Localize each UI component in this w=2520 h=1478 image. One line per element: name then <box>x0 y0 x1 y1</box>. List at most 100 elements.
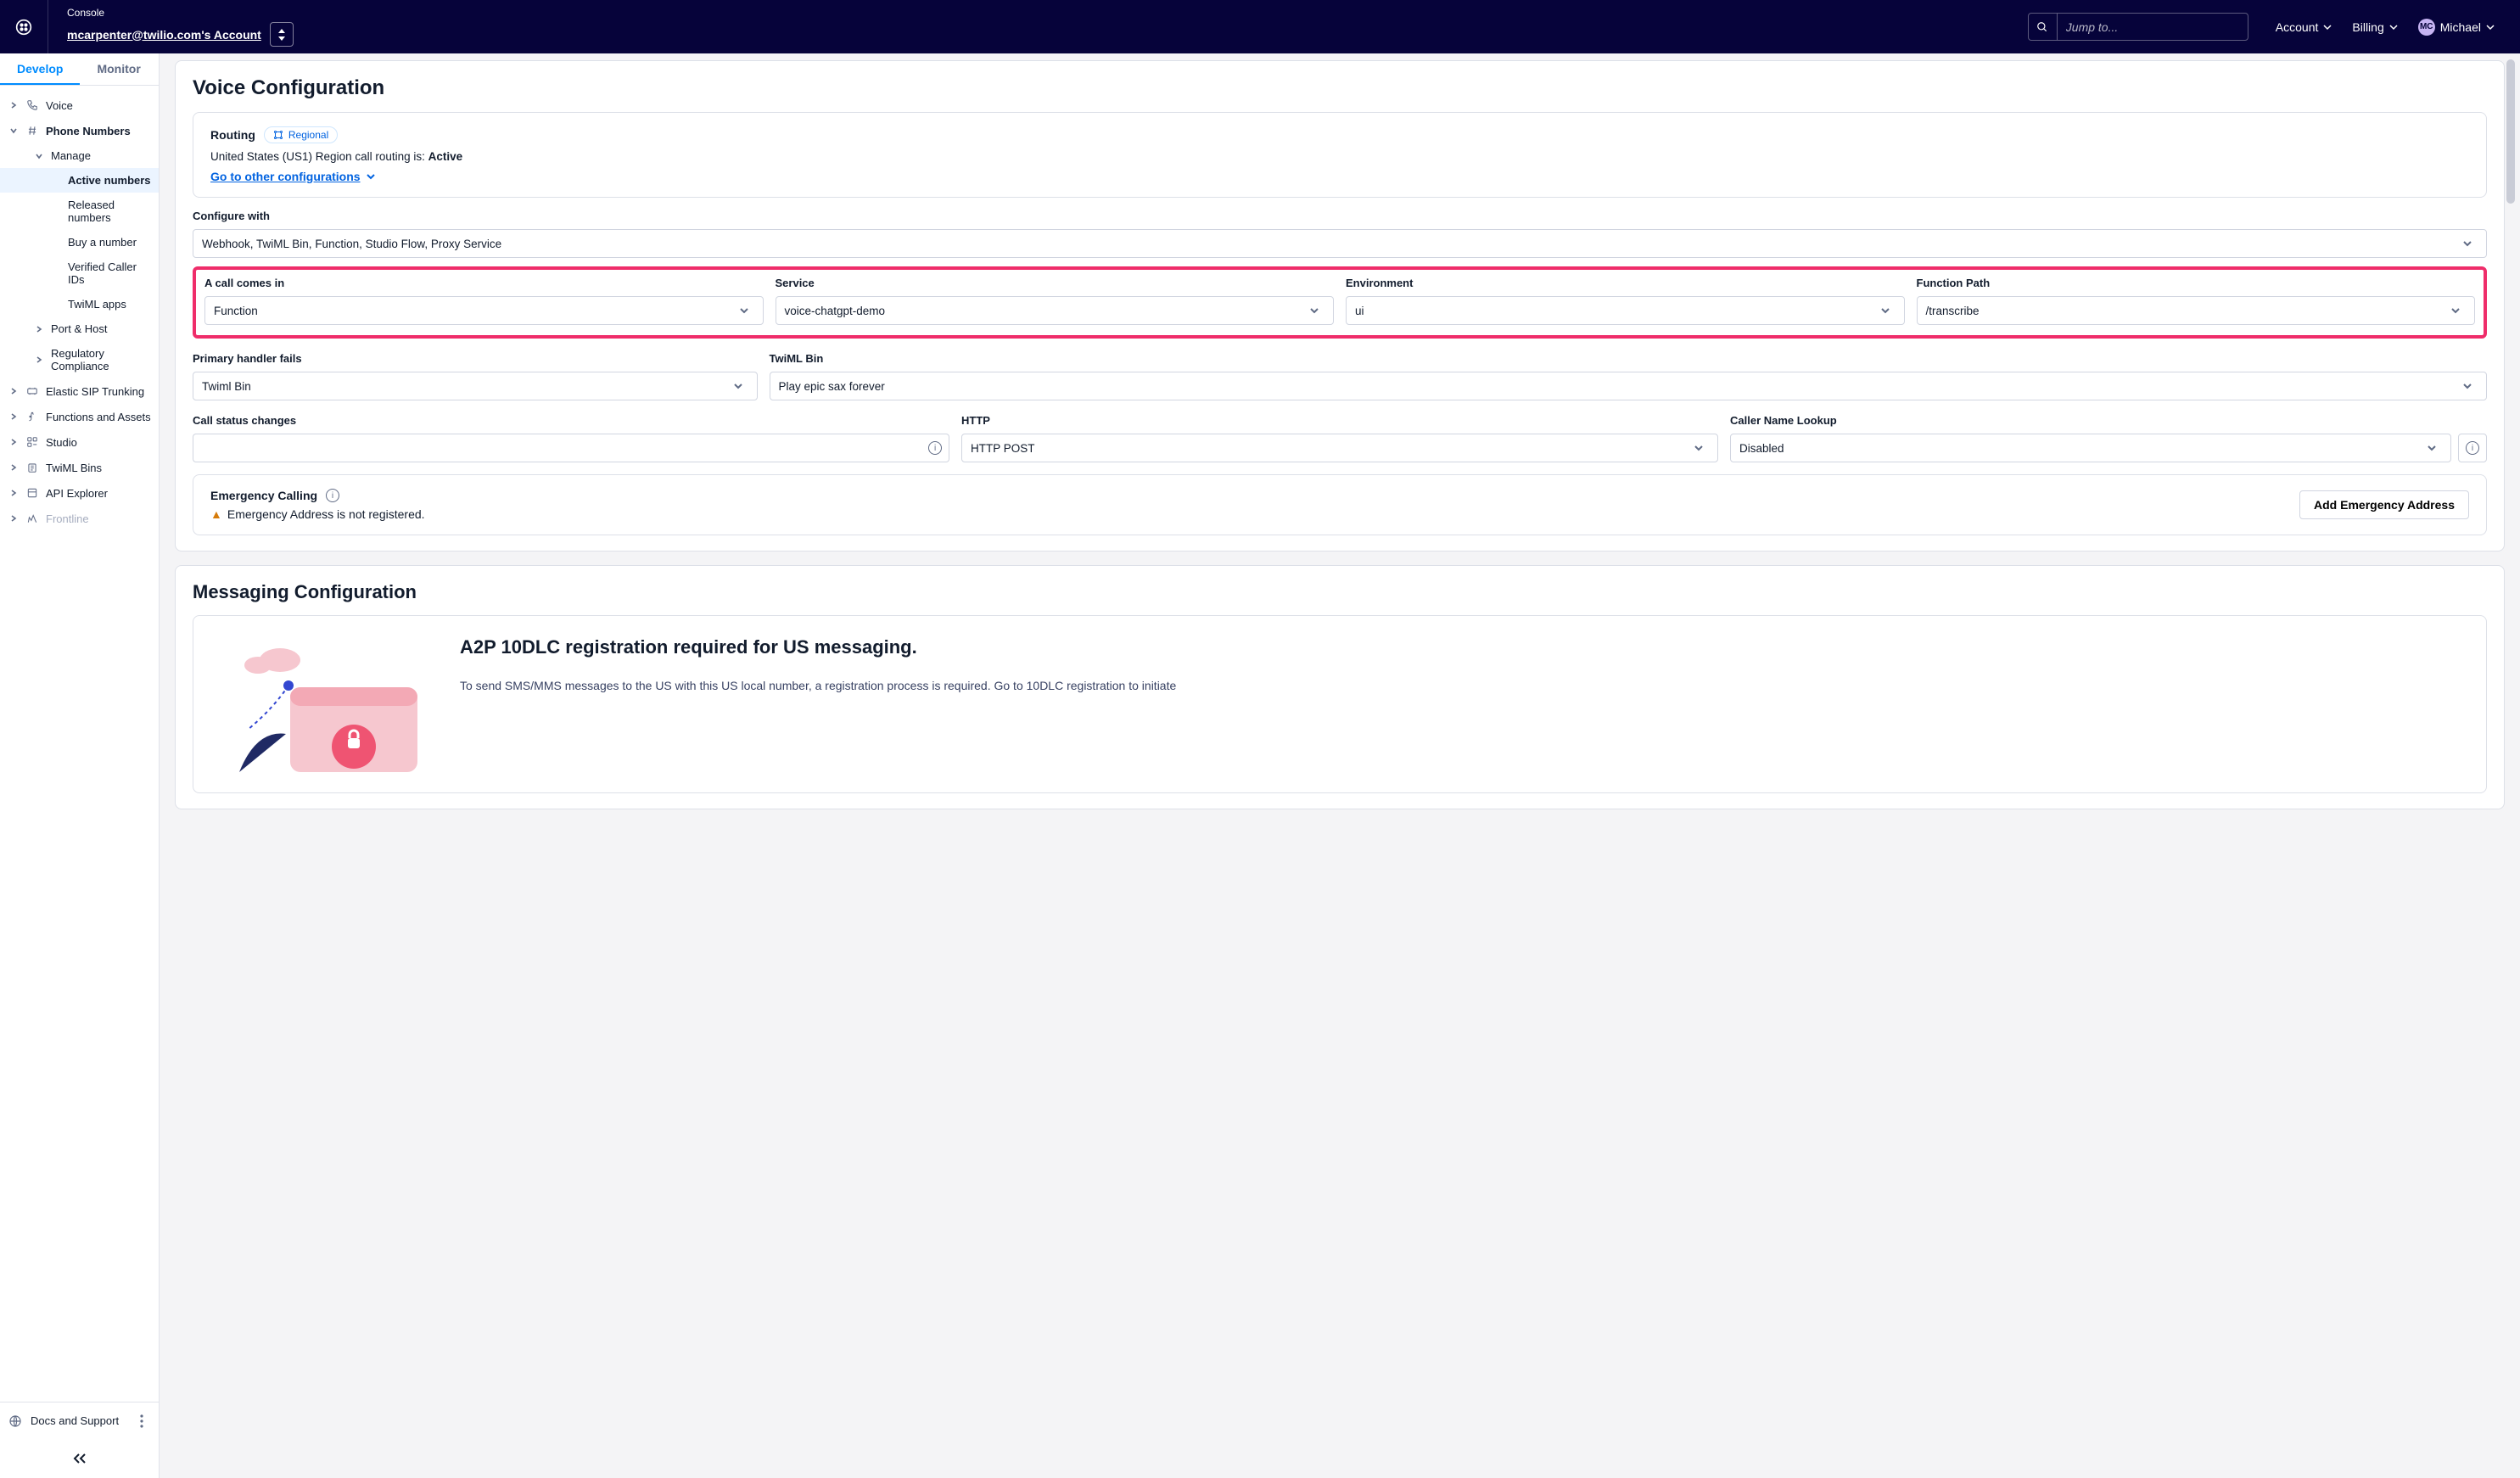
service-select[interactable]: voice-chatgpt-demo <box>776 296 1335 325</box>
chevron-right-icon <box>8 463 19 472</box>
chevron-right-icon <box>8 101 19 109</box>
scrollbar-thumb[interactable] <box>2506 59 2515 204</box>
network-icon <box>273 130 283 140</box>
sidebar-item-twiml-apps[interactable]: TwiML apps <box>0 292 159 316</box>
sidebar-nav: VoicePhone Numbers Manage Active numbers Re… <box>0 86 159 1402</box>
messaging-title: Messaging Configuration <box>193 581 2487 603</box>
a-call-comes-in-select[interactable]: Function <box>204 296 764 325</box>
configure-with-label: Configure with <box>193 210 2487 222</box>
sidebar-item-label: TwiML apps <box>68 298 152 311</box>
sidebar-item-label: Released numbers <box>68 199 152 224</box>
chevron-down-icon <box>2445 305 2466 316</box>
sidebar: Develop Monitor VoicePhone Numbers Manage… <box>0 53 160 1478</box>
sidebar-item-label: API Explorer <box>46 487 152 500</box>
jump-to-search[interactable] <box>2028 13 2248 41</box>
avatar: MC <box>2418 19 2435 36</box>
tab-develop[interactable]: Develop <box>0 53 80 85</box>
caller-lookup-select[interactable]: Disabled <box>1730 434 2451 462</box>
sidebar-item-label: Elastic SIP Trunking <box>46 385 152 398</box>
twiml-bin-label: TwiML Bin <box>770 352 2488 365</box>
topbar: Console mcarpenter@twilio.com's Account … <box>0 0 2520 53</box>
environment-select[interactable]: ui <box>1346 296 1905 325</box>
sidebar-item-label: Functions and Assets <box>46 411 152 423</box>
chevron-down-icon <box>1688 443 1709 453</box>
sidebar-item-verified-caller-ids[interactable]: Verified Caller IDs <box>0 255 159 292</box>
chevron-down-icon <box>1875 305 1896 316</box>
tab-monitor[interactable]: Monitor <box>80 53 157 85</box>
a2p-body: To send SMS/MMS messages to the US with … <box>460 677 2466 695</box>
account-switcher-button[interactable] <box>270 22 294 47</box>
configure-with-select[interactable]: Webhook, TwiML Bin, Function, Studio Flo… <box>193 229 2487 258</box>
add-emergency-address-button[interactable]: Add Emergency Address <box>2299 490 2469 519</box>
account-menu[interactable]: Account <box>2265 20 2343 34</box>
sidebar-item-elastic-sip-trunking[interactable]: Elastic SIP Trunking <box>0 378 159 404</box>
docs-support[interactable]: Docs and Support <box>0 1402 159 1439</box>
page-title: Voice Configuration <box>193 76 2487 100</box>
billing-menu[interactable]: Billing <box>2342 20 2407 34</box>
info-icon[interactable]: i <box>2458 434 2487 462</box>
sidebar-item-functions-and-assets[interactable]: Functions and Assets <box>0 404 159 429</box>
hash-icon <box>25 124 39 137</box>
voice-config-card: Voice Configuration Routing Regional <box>175 60 2505 551</box>
fl-icon <box>25 512 39 525</box>
breadcrumb: Console mcarpenter@twilio.com's Account <box>48 7 294 47</box>
chevron-down-icon <box>2422 443 2442 453</box>
chevron-down-icon <box>2389 23 2398 31</box>
chevron-right-icon <box>8 514 19 523</box>
search-input[interactable] <box>2058 14 2248 40</box>
go-other-config-link[interactable]: Go to other configurations <box>210 170 2469 183</box>
user-name-label: Michael <box>2440 20 2481 34</box>
main-content: Voice Configuration Routing Regional <box>160 53 2520 1478</box>
a-call-comes-in-value: Function <box>214 305 734 317</box>
collapse-sidebar-button[interactable] <box>0 1439 159 1478</box>
sidebar-item-label: Verified Caller IDs <box>68 260 152 286</box>
sidebar-item-api-explorer[interactable]: API Explorer <box>0 480 159 506</box>
call-status-input[interactable] <box>193 434 921 462</box>
info-icon[interactable]: i <box>326 489 339 502</box>
twilio-logo[interactable] <box>0 0 48 53</box>
function-path-select[interactable]: /transcribe <box>1917 296 2476 325</box>
emergency-title: Emergency Calling <box>210 489 317 502</box>
a2p-banner: A2P 10DLC registration required for US m… <box>193 615 2487 793</box>
account-link[interactable]: mcarpenter@twilio.com's Account <box>67 28 261 42</box>
routing-card: Routing Regional United States (US1) Reg… <box>193 112 2487 198</box>
sidebar-item-phone-numbers[interactable]: Phone Numbers <box>0 118 159 143</box>
chevron-right-icon <box>34 325 44 333</box>
kebab-menu-icon[interactable] <box>133 1409 150 1433</box>
search-icon[interactable] <box>2029 14 2058 40</box>
sidebar-item-label: TwiML Bins <box>46 462 152 474</box>
registration-illustration-icon <box>214 636 434 772</box>
http-method-select[interactable]: HTTP POST <box>961 434 1718 462</box>
sidebar-item-active-numbers[interactable]: Active numbers <box>0 168 159 193</box>
chevron-down-icon <box>34 152 44 160</box>
account-menu-label: Account <box>2276 20 2319 34</box>
primary-handler-select[interactable]: Twiml Bin <box>193 372 758 400</box>
sidebar-item-released-numbers[interactable]: Released numbers <box>0 193 159 230</box>
sidebar-item-port-host[interactable]: Port & Host <box>0 316 159 341</box>
environment-value: ui <box>1355 305 1875 317</box>
messaging-config-card: Messaging Configuration <box>175 565 2505 809</box>
sidebar-item-frontline[interactable]: Frontline <box>0 506 159 531</box>
service-value: voice-chatgpt-demo <box>785 305 1305 317</box>
sidebar-item-regulatory-compliance[interactable]: Regulatory Compliance <box>0 341 159 378</box>
sidebar-item-manage[interactable]: Manage <box>0 143 159 168</box>
twiml-bin-select[interactable]: Play epic sax forever <box>770 372 2488 400</box>
sidebar-item-label: Manage <box>51 149 152 162</box>
chevron-down-icon <box>2486 23 2495 31</box>
sidebar-item-voice[interactable]: Voice <box>0 92 159 118</box>
regional-chip-label: Regional <box>288 129 328 141</box>
sidebar-item-buy-a-number[interactable]: Buy a number <box>0 230 159 255</box>
info-icon[interactable]: i <box>921 434 949 462</box>
sidebar-item-label: Studio <box>46 436 152 449</box>
caller-lookup-value: Disabled <box>1739 442 2422 455</box>
user-menu[interactable]: MC Michael <box>2408 19 2505 36</box>
sip-icon <box>25 384 39 398</box>
chevron-down-icon <box>734 305 754 316</box>
http-method-value: HTTP POST <box>971 442 1688 455</box>
sidebar-item-studio[interactable]: Studio <box>0 429 159 455</box>
api-icon <box>25 486 39 500</box>
chevron-right-icon <box>34 356 44 364</box>
sidebar-item-twiml-bins[interactable]: TwiML Bins <box>0 455 159 480</box>
http-label: HTTP <box>961 414 1718 427</box>
bin-icon <box>25 461 39 474</box>
